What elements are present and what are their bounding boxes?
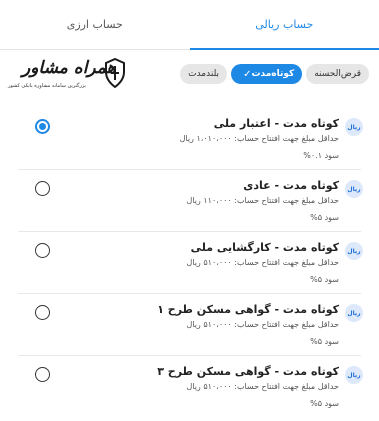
account-radio-button[interactable] — [35, 119, 50, 134]
account-radio-button[interactable] — [35, 181, 50, 196]
account-profit-rate: سود ۵% — [310, 337, 339, 346]
account-profit-rate: سود ۵% — [310, 275, 339, 284]
account-profit-rate: سود ۰.۱% — [303, 151, 339, 160]
tab-currency-account-label: حساب ارزی — [66, 18, 123, 31]
rial-currency-icon: ریال — [345, 242, 363, 260]
account-radio-button[interactable] — [35, 243, 50, 258]
account-radio-button[interactable] — [35, 305, 50, 320]
account-title: کوتاه مدت - گواهی مسکن طرح ۱ — [157, 303, 339, 316]
tab-rial-account[interactable]: حساب ریالی — [189, 0, 379, 50]
term-filter-chips: قرض‌الحسنه کوتاه‌مدت ✓ بلندمدت — [180, 64, 369, 84]
account-title: کوتاه مدت - عادی — [243, 179, 339, 192]
account-row[interactable]: ریال کوتاه مدت - گواهی مسکن طرح ۳ حداقل … — [0, 356, 379, 418]
account-min-deposit: حداقل مبلغ جهت افتتاح حساب: ۱۱۰،۰۰۰ ریال — [186, 196, 339, 205]
filter-chip-short-term[interactable]: کوتاه‌مدت ✓ — [231, 64, 303, 84]
account-type-tabs: حساب ریالی حساب ارزی — [0, 0, 379, 50]
filter-chip-long-term[interactable]: بلندمدت — [180, 64, 228, 84]
account-row[interactable]: ریال کوتاه مدت - عادی حداقل مبلغ جهت افت… — [0, 170, 379, 232]
account-min-deposit: حداقل مبلغ جهت افتتاح حساب: ۵۱۰،۰۰۰ ریال — [186, 320, 339, 329]
account-row[interactable]: ریال کوتاه مدت - گواهی مسکن طرح ۱ حداقل … — [0, 294, 379, 356]
account-min-deposit: حداقل مبلغ جهت افتتاح حساب: ۵۱۰،۰۰۰ ریال — [186, 258, 339, 267]
account-title: کوتاه مدت - گواهی مسکن طرح ۳ — [157, 365, 339, 378]
filter-chip-qarzolhasaneh[interactable]: قرض‌الحسنه — [306, 64, 369, 84]
rial-currency-icon: ریال — [345, 118, 363, 136]
account-profit-rate: سود ۵% — [310, 399, 339, 408]
tab-rial-account-label: حساب ریالی — [255, 18, 314, 31]
filter-chip-label: کوتاه‌مدت — [251, 69, 295, 79]
rial-currency-icon: ریال — [345, 304, 363, 322]
check-icon: ✓ — [243, 68, 252, 80]
account-min-deposit: حداقل مبلغ جهت افتتاح حساب: ۱،۰۱۰،۰۰۰ ری… — [179, 134, 339, 143]
tab-currency-account[interactable]: حساب ارزی — [0, 0, 190, 49]
account-radio-button[interactable] — [35, 367, 50, 382]
account-row[interactable]: ریال کوتاه مدت - اعتبار ملی حداقل مبلغ ج… — [0, 108, 379, 170]
account-profit-rate: سود ۵% — [310, 213, 339, 222]
filter-chip-label: قرض‌الحسنه — [314, 69, 361, 79]
rial-currency-icon: ریال — [345, 180, 363, 198]
account-title: کوتاه مدت - کارگشایی ملی — [190, 241, 339, 254]
logo-title: همراه مشاور — [22, 58, 116, 78]
filter-chip-label: بلندمدت — [188, 69, 220, 79]
logo-tagline: بزرگترین سامانه مشاوره بانکی کشور — [8, 83, 86, 89]
account-min-deposit: حداقل مبلغ جهت افتتاح حساب: ۵۱۰،۰۰۰ ریال — [186, 382, 339, 391]
watermark-logo: همراه مشاور بزرگترین سامانه مشاوره بانکی… — [8, 56, 126, 96]
rial-currency-icon: ریال — [345, 366, 363, 384]
account-title: کوتاه مدت - اعتبار ملی — [213, 117, 339, 130]
account-row[interactable]: ریال کوتاه مدت - کارگشایی ملی حداقل مبلغ… — [0, 232, 379, 294]
